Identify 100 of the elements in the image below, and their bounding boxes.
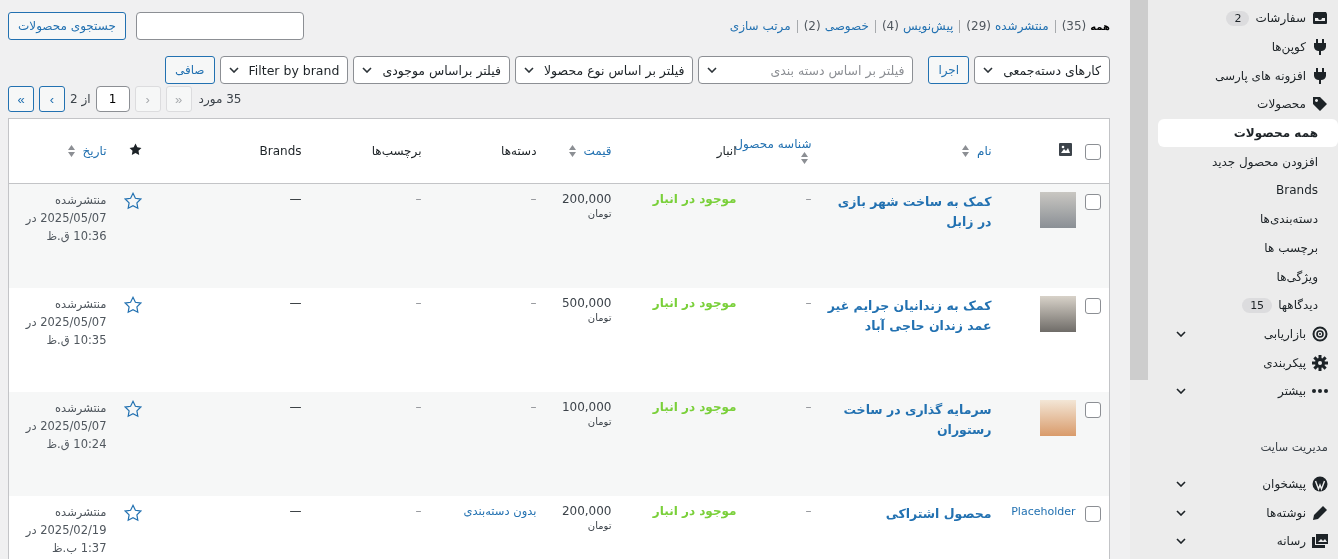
- product-name-link[interactable]: کمک به زندانیان جرایم غیر عمد زندان حاجی آباد: [827, 296, 992, 336]
- chevron-down-icon[interactable]: [1176, 330, 1186, 337]
- page-total: از 2: [70, 92, 91, 106]
- filter-dropdown[interactable]: کارهای دسته‌جمعی: [974, 56, 1110, 84]
- inbox-icon: [1312, 10, 1328, 27]
- currency-label: تومان: [586, 208, 612, 219]
- next-page-button[interactable]: ›: [39, 86, 65, 112]
- sidebar-item[interactable]: Brands: [1158, 176, 1338, 205]
- chevron-down-icon: [707, 67, 718, 73]
- star-icon[interactable]: [123, 400, 142, 418]
- status-link[interactable]: منتشرشده: [995, 19, 1049, 33]
- settings-icon: [1312, 354, 1328, 371]
- plug-icon: [1313, 39, 1327, 56]
- chevron-down-icon[interactable]: [1176, 509, 1186, 516]
- star-icon[interactable]: [123, 504, 142, 522]
- count-badge: 2: [1226, 10, 1250, 26]
- sidebar-item[interactable]: رسانه: [1158, 527, 1338, 556]
- star-icon[interactable]: [123, 296, 142, 314]
- categories-cell: –: [530, 296, 537, 310]
- price-amount: 500,000: [560, 296, 612, 310]
- search-field[interactable]: [135, 12, 304, 40]
- menu-label: کوپن‌ها: [1271, 40, 1306, 55]
- column-header[interactable]: تاریخ: [82, 143, 107, 158]
- chevron-down-icon: [228, 67, 239, 73]
- sidebar-item[interactable]: برچسب ها: [1158, 233, 1338, 263]
- filter-dropdown[interactable]: Filter by brand: [219, 56, 349, 84]
- row-checkbox[interactable]: [1085, 298, 1101, 314]
- sidebar-item[interactable]: کوپن‌ها: [1158, 32, 1338, 62]
- filter-dropdown[interactable]: فیلتر براساس موجودی: [353, 56, 510, 84]
- photo-placeholder[interactable]: [1039, 296, 1076, 332]
- publish-status: منتشرشده: [54, 192, 107, 209]
- last-page-button[interactable]: »: [8, 86, 34, 112]
- status-count: (29): [966, 19, 991, 33]
- chevron-down-icon[interactable]: [1176, 538, 1186, 545]
- filter-button[interactable]: اجرا: [928, 56, 970, 84]
- categories-cell: –: [530, 192, 537, 206]
- column-header[interactable]: قیمت: [583, 143, 612, 158]
- image-icon: [1058, 143, 1072, 156]
- tag-icon: [1312, 96, 1328, 113]
- filter-button[interactable]: صافی: [164, 56, 215, 84]
- column-header[interactable]: نام: [977, 143, 992, 158]
- product-name-link[interactable]: محصول اشتراکی: [827, 504, 992, 524]
- sidebar-item[interactable]: بازاریابی: [1158, 319, 1338, 349]
- count-badge: 15: [1242, 297, 1273, 313]
- filter-dropdown[interactable]: فیلتر بر اساس نوع محصولا: [514, 56, 694, 84]
- sidebar-item[interactable]: پیشخوان: [1158, 469, 1338, 499]
- category-link[interactable]: بدون دسته‌بندی: [463, 504, 537, 518]
- sidebar-item[interactable]: ویژگی‌ها: [1158, 262, 1338, 291]
- row-checkbox[interactable]: [1085, 402, 1101, 418]
- brands-cell: —: [289, 192, 302, 206]
- row-checkbox[interactable]: [1085, 194, 1101, 210]
- menu-label: پیشخوان: [1262, 476, 1306, 491]
- brands-cell: —: [289, 400, 302, 414]
- price-amount: 100,000: [560, 400, 612, 414]
- publish-date: 2025/02/19 در 1:37 ب.ظ: [24, 521, 107, 557]
- status-link[interactable]: پیش‌نویس: [902, 19, 954, 33]
- sidebar-item[interactable]: محصولات: [1158, 90, 1338, 119]
- pencil-icon: [1312, 504, 1328, 521]
- logo-icon: [1312, 475, 1328, 492]
- column-header: برچسب‌ها: [371, 144, 422, 158]
- column-header[interactable]: شناسه محصول: [734, 136, 812, 151]
- sidebar-item[interactable]: بیشتر: [1158, 376, 1338, 406]
- search-button[interactable]: جستجوی محصولات: [8, 12, 126, 40]
- page-field[interactable]: 1: [95, 86, 130, 112]
- status-link[interactable]: خصوصی: [824, 19, 869, 33]
- row-checkbox[interactable]: [1085, 506, 1101, 522]
- more-icon: [1312, 389, 1328, 394]
- currency-label: تومان: [586, 520, 612, 531]
- price-amount: 200,000: [560, 504, 612, 518]
- chevron-down-icon[interactable]: [1176, 388, 1186, 395]
- star-icon[interactable]: [123, 192, 142, 210]
- menu-label: همه محصولات: [1233, 126, 1318, 141]
- sidebar-item[interactable]: نوشته‌ها: [1158, 498, 1338, 527]
- currency-label: تومان: [586, 416, 612, 427]
- item-count: 35 مورد: [198, 92, 242, 106]
- chevron-down-icon[interactable]: [1176, 480, 1186, 487]
- currency-label: تومان: [586, 312, 612, 323]
- price-amount: 200,000: [560, 192, 612, 206]
- column-header: انبار: [716, 144, 737, 158]
- target-icon: [1312, 325, 1328, 342]
- menu-heading: مدیریت سایت: [1259, 439, 1329, 456]
- sku-cell: –: [805, 400, 812, 414]
- tags-cell: –: [415, 296, 422, 310]
- sidebar-item[interactable]: پیکربندی: [1158, 348, 1338, 377]
- sidebar-item[interactable]: افزودن محصول جدید: [1158, 147, 1338, 177]
- publish-status: منتشرشده: [54, 504, 107, 521]
- thumbnail-link[interactable]: Placeholder: [1011, 505, 1076, 518]
- select-all-checkbox[interactable]: [1085, 144, 1101, 160]
- menu-label: محصولات: [1257, 97, 1306, 112]
- scrollbar[interactable]: [1130, 0, 1148, 559]
- categories-cell: –: [530, 400, 537, 414]
- chevron-down-icon: [983, 67, 994, 73]
- sidebar-item[interactable]: افزونه های پارسی: [1158, 61, 1338, 91]
- sidebar-item[interactable]: دسته‌بندی‌ها: [1158, 204, 1338, 234]
- plug-icon: [1313, 67, 1327, 84]
- status-link[interactable]: همه: [1090, 21, 1110, 33]
- photo-placeholder[interactable]: [1039, 192, 1076, 228]
- publish-status: منتشرشده: [54, 296, 107, 313]
- status-link[interactable]: مرتب سازی: [729, 19, 791, 33]
- sidebar-item[interactable]: همه محصولات: [1158, 118, 1338, 148]
